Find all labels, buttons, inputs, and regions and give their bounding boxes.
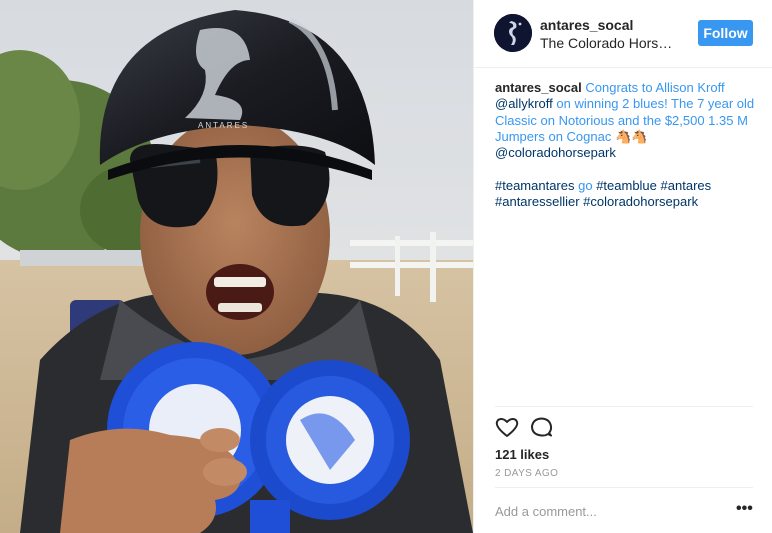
comment-bubble-icon[interactable] bbox=[528, 414, 554, 440]
likes-count[interactable]: 121 likes bbox=[495, 447, 549, 462]
more-options-icon[interactable]: ••• bbox=[736, 500, 753, 518]
follow-button[interactable]: Follow bbox=[698, 20, 753, 46]
hashtag-teamblue[interactable]: #teamblue bbox=[596, 178, 657, 193]
caption-hashtags: #teamantares go #teamblue #antares #anta… bbox=[495, 178, 757, 211]
header-username[interactable]: antares_socal bbox=[540, 17, 633, 33]
post-photo[interactable]: ANTARES bbox=[0, 0, 473, 533]
caption-username[interactable]: antares_socal bbox=[495, 80, 582, 95]
helmet-brand-text: ANTARES bbox=[198, 121, 249, 130]
antares-logo-icon bbox=[494, 14, 532, 52]
heart-icon[interactable] bbox=[494, 414, 520, 440]
caption-word-go: go bbox=[574, 177, 597, 193]
divider bbox=[495, 487, 753, 488]
post-header: antares_socal The Colorado Horse ... Fol… bbox=[474, 0, 772, 68]
post-details-panel: antares_socal The Colorado Horse ... Fol… bbox=[473, 0, 772, 533]
caption-text-part: Congrats to Allison Kroff bbox=[585, 80, 725, 95]
header-location[interactable]: The Colorado Horse ... bbox=[540, 35, 680, 51]
photo-illustration: ANTARES bbox=[0, 0, 473, 533]
avatar[interactable] bbox=[494, 14, 532, 52]
horse-emoji: 🐴🐴 bbox=[614, 128, 648, 144]
hashtag-antares[interactable]: #antares bbox=[661, 178, 712, 193]
hashtag-teamantares[interactable]: #teamantares bbox=[495, 178, 575, 193]
post-caption: antares_socal Congrats to Allison Kroff … bbox=[495, 80, 757, 227]
comment-input[interactable] bbox=[495, 500, 715, 522]
post-timestamp[interactable]: 2 DAYS AGO bbox=[495, 468, 558, 479]
caption-mention-coloradohorsepark[interactable]: @coloradohorsepark bbox=[495, 145, 616, 160]
caption-text: antares_socal Congrats to Allison Kroff … bbox=[495, 80, 757, 161]
hashtag-coloradohorsepark[interactable]: #coloradohorsepark bbox=[583, 194, 698, 209]
divider bbox=[495, 406, 753, 407]
hashtag-antaressellier[interactable]: #antaressellier bbox=[495, 194, 580, 209]
caption-mention-allykroff[interactable]: @allykroff bbox=[495, 96, 553, 111]
